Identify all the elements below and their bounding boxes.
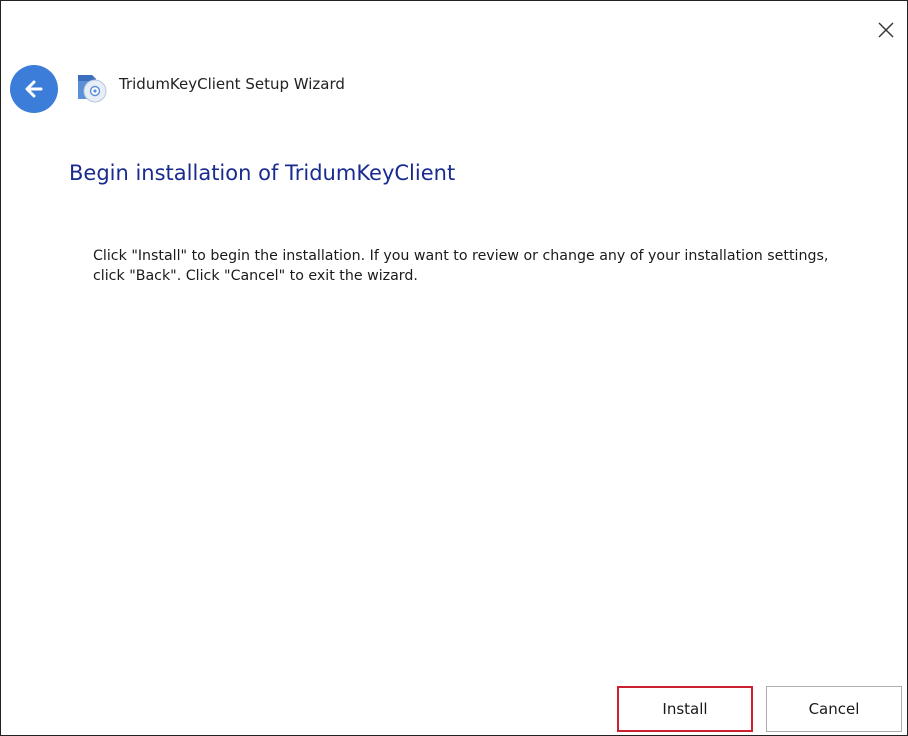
installer-disc-icon: [78, 75, 107, 103]
setup-wizard-window: TridumKeyClient Setup Wizard Begin insta…: [0, 0, 908, 736]
instruction-text: Click "Install" to begin the installatio…: [93, 248, 829, 284]
arrow-left-icon: [25, 80, 43, 98]
close-icon: [878, 22, 894, 38]
back-button[interactable]: [10, 65, 58, 113]
cancel-button[interactable]: Cancel: [766, 686, 902, 732]
install-button[interactable]: Install: [617, 686, 753, 732]
page-heading: Begin installation of TridumKeyClient: [69, 161, 456, 185]
close-button[interactable]: [871, 15, 901, 45]
wizard-title: TridumKeyClient Setup Wizard: [119, 75, 345, 93]
